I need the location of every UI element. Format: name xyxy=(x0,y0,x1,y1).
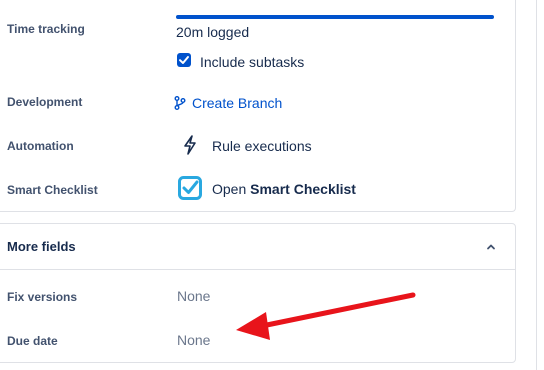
due-date-label: Due date xyxy=(7,334,58,348)
adjacent-panel-edge xyxy=(536,0,544,370)
automation-label: Automation xyxy=(7,139,74,153)
more-fields-title: More fields xyxy=(7,239,76,254)
more-fields-header[interactable]: More fields xyxy=(0,224,515,270)
open-prefix: Open xyxy=(212,181,247,197)
create-branch-link[interactable]: Create Branch xyxy=(174,94,282,112)
include-subtasks-label: Include subtasks xyxy=(200,54,305,70)
more-fields-panel: More fields Fix versions None Due date N… xyxy=(0,223,516,363)
time-tracking-progress-bar[interactable] xyxy=(176,15,494,19)
due-date-value[interactable]: None xyxy=(177,332,210,348)
checklist-icon xyxy=(178,176,202,200)
checkmark-icon xyxy=(179,56,189,64)
include-subtasks-checkbox[interactable] xyxy=(177,53,191,67)
chevron-up-icon[interactable] xyxy=(485,241,497,253)
details-panel: Time tracking 20m logged Include subtask… xyxy=(0,0,516,212)
fix-versions-label: Fix versions xyxy=(7,290,78,304)
development-label: Development xyxy=(7,95,83,109)
time-tracking-label: Time tracking xyxy=(7,22,85,36)
branch-icon xyxy=(174,96,186,110)
time-logged-text: 20m logged xyxy=(176,24,250,40)
open-smart-checklist-link[interactable]: Open Smart Checklist xyxy=(212,181,356,197)
fix-versions-value[interactable]: None xyxy=(177,288,210,304)
lightning-icon xyxy=(181,135,199,155)
rule-executions-link[interactable]: Rule executions xyxy=(212,138,312,154)
create-branch-label: Create Branch xyxy=(192,95,283,111)
smart-checklist-label: Smart Checklist xyxy=(7,183,98,197)
smart-checklist-name: Smart Checklist xyxy=(250,181,356,197)
